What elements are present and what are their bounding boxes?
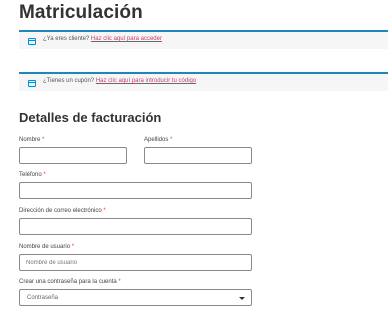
- page-title: Matriculación: [19, 2, 143, 23]
- password-select-value: Contraseña: [27, 295, 59, 301]
- login-notice-text: ¿Ya eres cliente? Haz clic aquí para acc…: [43, 36, 162, 42]
- first-name-label: Nombre *: [19, 137, 44, 143]
- last-name-field[interactable]: [144, 147, 252, 164]
- required-mark: *: [43, 172, 46, 178]
- phone-label-text: Teléfono: [19, 172, 42, 178]
- login-notice: ¿Ya eres cliente? Haz clic aquí para acc…: [19, 30, 388, 49]
- password-select[interactable]: Contraseña: [19, 289, 252, 306]
- coupon-link[interactable]: Haz clic aquí para introducir tu código: [96, 78, 196, 84]
- login-link[interactable]: Haz clic aquí para acceder: [91, 36, 162, 42]
- password-label: Crear una contraseña para la cuenta *: [19, 279, 121, 285]
- login-notice-prompt: ¿Ya eres cliente?: [43, 36, 90, 42]
- window-icon: [28, 38, 36, 45]
- username-field[interactable]: [19, 254, 252, 271]
- password-label-text: Crear una contraseña para la cuenta: [19, 279, 117, 285]
- required-mark: *: [103, 208, 106, 214]
- last-name-label: Apellidos *: [144, 137, 172, 143]
- coupon-notice: ¿Tienes un cupón? Haz clic aquí para int…: [19, 72, 388, 91]
- first-name-label-text: Nombre: [19, 137, 41, 143]
- phone-field[interactable]: [19, 182, 252, 199]
- caret-down-icon: [239, 297, 245, 300]
- email-field[interactable]: [19, 218, 252, 235]
- required-mark: *: [170, 137, 173, 143]
- required-mark: *: [118, 279, 121, 285]
- coupon-notice-text: ¿Tienes un cupón? Haz clic aquí para int…: [43, 78, 196, 84]
- billing-title: Detalles de facturación: [19, 110, 162, 125]
- required-mark: *: [42, 137, 45, 143]
- coupon-notice-prompt: ¿Tienes un cupón?: [43, 78, 95, 84]
- username-label-text: Nombre de usuario: [19, 244, 71, 250]
- email-label-text: Dirección de correo electrónico: [19, 208, 102, 214]
- first-name-field[interactable]: [19, 147, 127, 164]
- required-mark: *: [71, 244, 75, 250]
- username-label: Nombre de usuario *: [19, 244, 74, 250]
- phone-label: Teléfono *: [19, 172, 46, 178]
- email-label: Dirección de correo electrónico *: [19, 208, 106, 214]
- window-icon: [28, 80, 36, 87]
- last-name-label-text: Apellidos: [144, 137, 169, 143]
